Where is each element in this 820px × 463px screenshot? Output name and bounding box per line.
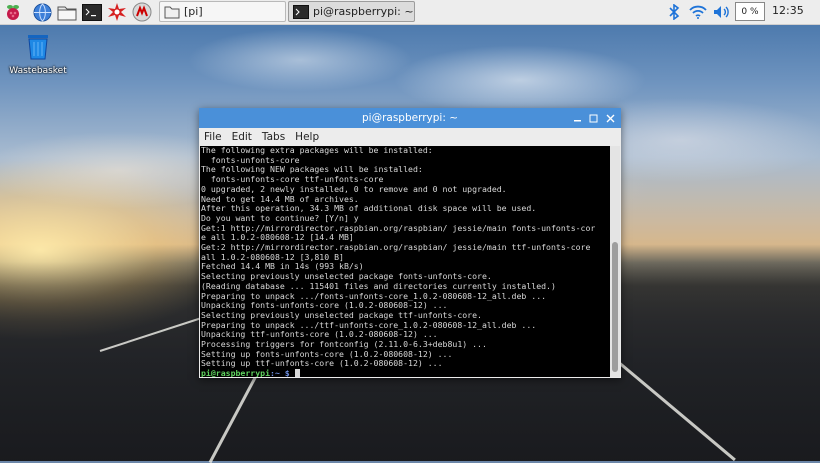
window-titlebar[interactable]: pi@raspberrypi: ~ <box>199 108 621 128</box>
terminal-prompt-line: pi@raspberrypi:~ $ <box>200 368 610 377</box>
terminal-output[interactable]: The following extra packages will be ins… <box>200 146 610 377</box>
task-label: [pi] <box>184 5 203 18</box>
scrollbar-thumb[interactable] <box>612 242 618 372</box>
window-title: pi@raspberrypi: ~ <box>361 112 458 124</box>
terminal-icon[interactable] <box>82 2 102 22</box>
maximize-icon[interactable] <box>586 111 600 125</box>
wastebasket-icon <box>28 35 48 60</box>
terminal-icon <box>293 4 309 19</box>
clock[interactable]: 12:35 <box>772 4 804 17</box>
wifi-icon[interactable] <box>688 2 708 22</box>
text-cursor <box>294 369 300 377</box>
taskbar-task-file-manager[interactable]: [pi] <box>159 1 286 22</box>
task-label: pi@raspberrypi: ~ <box>313 5 414 18</box>
close-icon[interactable] <box>603 111 617 125</box>
cpu-monitor[interactable]: 0 % <box>735 2 765 21</box>
taskbar-task-terminal[interactable]: pi@raspberrypi: ~ <box>288 1 415 22</box>
menu-edit[interactable]: Edit <box>227 131 257 143</box>
desktop-icon-wastebasket[interactable]: Wastebasket <box>6 32 70 76</box>
file-manager-icon[interactable] <box>57 2 77 22</box>
terminal-lines: The following extra packages will be ins… <box>200 146 610 369</box>
taskbar: [pi] pi@raspberrypi: ~ 0 % 12:35 <box>0 0 820 25</box>
menu-file[interactable]: File <box>199 131 227 143</box>
wolfram-icon[interactable] <box>132 2 152 22</box>
prompt-user: pi@raspberrypi <box>201 368 271 377</box>
prompt-path: :~ $ <box>270 368 290 377</box>
minimize-icon[interactable] <box>570 111 584 125</box>
terminal-window: pi@raspberrypi: ~ File Edit Tabs Help Th… <box>199 108 621 378</box>
math-kernel-icon[interactable] <box>107 2 127 22</box>
menu-bar: File Edit Tabs Help <box>199 128 621 146</box>
volume-icon[interactable] <box>712 2 732 22</box>
folder-icon <box>164 6 180 18</box>
menu-tabs[interactable]: Tabs <box>257 131 290 143</box>
bluetooth-icon[interactable] <box>664 2 684 22</box>
menu-help[interactable]: Help <box>290 131 324 143</box>
web-browser-icon[interactable] <box>32 2 52 22</box>
raspberry-menu-icon[interactable] <box>3 2 23 22</box>
wastebasket-label: Wastebasket <box>9 66 67 76</box>
terminal-scrollbar[interactable] <box>610 146 620 377</box>
